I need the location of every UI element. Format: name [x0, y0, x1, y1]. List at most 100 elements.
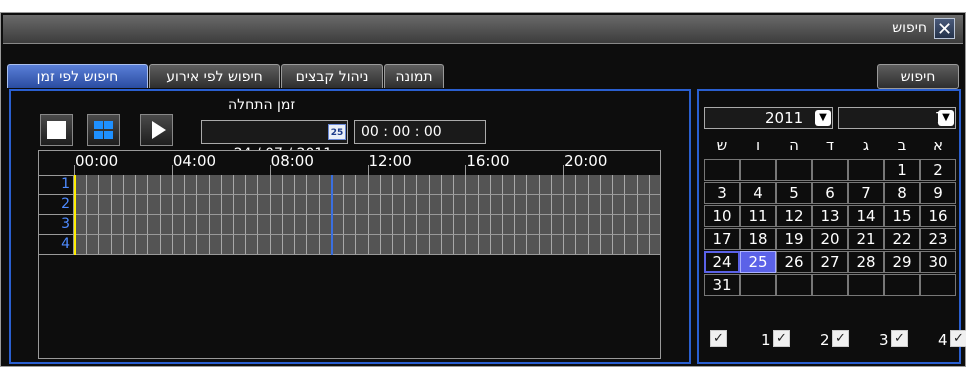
calendar-day[interactable]: 4 [740, 182, 776, 204]
calendar-day[interactable]: 23 [920, 228, 956, 250]
timeline-gridline [612, 195, 614, 214]
channel-checkbox[interactable]: ✓ [950, 330, 966, 347]
timeline-cursor[interactable] [74, 175, 76, 255]
timeline-gridline [550, 215, 552, 234]
calendar-day[interactable]: 19 [776, 228, 812, 250]
timeline-gridline [648, 175, 650, 194]
tab-picture[interactable]: תמונה [384, 64, 444, 88]
timeline-channel-row[interactable]: 1 [39, 175, 660, 195]
timeline-gridline [416, 175, 418, 194]
month-select[interactable]: 7 ▼ [838, 107, 956, 129]
timeline-gridline [159, 235, 161, 254]
timeline-gridline [281, 175, 283, 194]
stop-button[interactable] [40, 114, 73, 146]
layout-button[interactable] [87, 114, 120, 146]
play-button[interactable] [140, 114, 173, 146]
timeline-gridline [563, 195, 565, 214]
calendar-day[interactable]: 21 [848, 228, 884, 250]
timeline-gridline [575, 175, 577, 194]
tab-file-management[interactable]: ניהול קבצים [281, 64, 383, 88]
timeline-gridline [489, 195, 491, 214]
calendar-day[interactable]: 3 [704, 182, 740, 204]
timeline-gridline [196, 175, 198, 194]
calendar-day[interactable]: 6 [812, 182, 848, 204]
timeline-gridline [489, 215, 491, 234]
calendar-empty-cell [812, 274, 848, 296]
calendar-day[interactable]: 10 [704, 205, 740, 227]
weekday-header: ש [716, 136, 728, 154]
calendar-day[interactable]: 8 [884, 182, 920, 204]
timeline-gridline [587, 175, 589, 194]
timeline-track[interactable] [74, 195, 660, 214]
calendar-day[interactable]: 7 [848, 182, 884, 204]
search-window: ✕ חיפוש חיפוש לפי זמן חיפוש לפי אירוע ני… [0, 12, 966, 367]
close-icon[interactable]: ✕ [934, 18, 955, 40]
calendar-day[interactable]: 31 [704, 274, 740, 296]
timeline-gridline [391, 175, 393, 194]
timeline-gridline [538, 175, 540, 194]
calendar-day[interactable]: 13 [812, 205, 848, 227]
calendar-day[interactable]: 25 [740, 251, 776, 273]
calendar-day[interactable]: 15 [884, 205, 920, 227]
timeline-channel-row[interactable]: 3 [39, 215, 660, 235]
channel-check-label: 3 [879, 331, 889, 349]
calendar-day[interactable]: 20 [812, 228, 848, 250]
timeline-gridline [135, 195, 137, 214]
timeline-track[interactable] [74, 215, 660, 234]
calendar-day[interactable]: 27 [812, 251, 848, 273]
timeline-gridline [110, 235, 112, 254]
timeline-gridline [306, 175, 308, 194]
timeline-gridline [306, 215, 308, 234]
timeline-track[interactable] [74, 235, 660, 254]
timeline-hour-label: 08:00 [270, 152, 314, 170]
calendar-day[interactable]: 18 [740, 228, 776, 250]
calendar-day[interactable]: 14 [848, 205, 884, 227]
timeline-gridline [636, 175, 638, 194]
calendar-empty-cell [740, 274, 776, 296]
recording-timeline[interactable]: 00:00 04:00 08:00 12:00 16:00 20:00 1234 [38, 150, 661, 359]
year-select[interactable]: 2011 ▼ [704, 107, 833, 129]
timeline-gridline [563, 175, 565, 194]
channel-checkbox[interactable]: ✓ [832, 330, 849, 347]
timeline-gridline [232, 215, 234, 234]
calendar-day[interactable]: 22 [884, 228, 920, 250]
calendar-day[interactable]: 9 [920, 182, 956, 204]
timeline-gridline [171, 195, 173, 214]
tab-search-by-time[interactable]: חיפוש לפי זמן [7, 64, 148, 88]
timeline-gridline [294, 235, 296, 254]
timeline-channel-row[interactable]: 4 [39, 235, 660, 255]
timeline-gridline [648, 195, 650, 214]
calendar-day[interactable]: 2 [920, 159, 956, 181]
tab-search-by-event[interactable]: חיפוש לפי אירוע [149, 64, 280, 88]
calendar-day[interactable]: 1 [884, 159, 920, 181]
timeline-gridline [599, 235, 601, 254]
calendar-day[interactable]: 30 [920, 251, 956, 273]
search-button[interactable]: חיפוש [877, 64, 959, 89]
timeline-channel-row[interactable]: 2 [39, 195, 660, 215]
calendar-day[interactable]: 16 [920, 205, 956, 227]
calendar-day[interactable]: 26 [776, 251, 812, 273]
calendar-day[interactable]: 24 [704, 251, 740, 273]
calendar-day[interactable]: 17 [704, 228, 740, 250]
timeline-gridline [379, 195, 381, 214]
start-time-field[interactable]: 00 : 00 : 00 [354, 120, 486, 144]
chevron-down-icon: ▼ [815, 110, 831, 126]
timeline-gridline [86, 195, 88, 214]
calendar-day[interactable]: 12 [776, 205, 812, 227]
calendar-day[interactable]: 28 [848, 251, 884, 273]
calendar-icon[interactable]: 25 [328, 124, 346, 140]
timeline-gridline [379, 235, 381, 254]
timeline-gridline [465, 215, 467, 234]
timeline-gridline [355, 175, 357, 194]
timeline-hour-label: 20:00 [564, 152, 608, 170]
calendar-day[interactable]: 5 [776, 182, 812, 204]
select-all-checkbox[interactable]: ✓ [710, 330, 727, 347]
timeline-track[interactable] [74, 175, 660, 194]
timeline-gridline [563, 235, 565, 254]
calendar-day[interactable]: 11 [740, 205, 776, 227]
channel-checkbox[interactable]: ✓ [891, 330, 908, 347]
timeline-gridline [477, 215, 479, 234]
calendar-day[interactable]: 29 [884, 251, 920, 273]
channel-checkbox[interactable]: ✓ [773, 330, 790, 347]
start-date-field[interactable]: 24 / 07 / 2011 25 [201, 120, 348, 162]
